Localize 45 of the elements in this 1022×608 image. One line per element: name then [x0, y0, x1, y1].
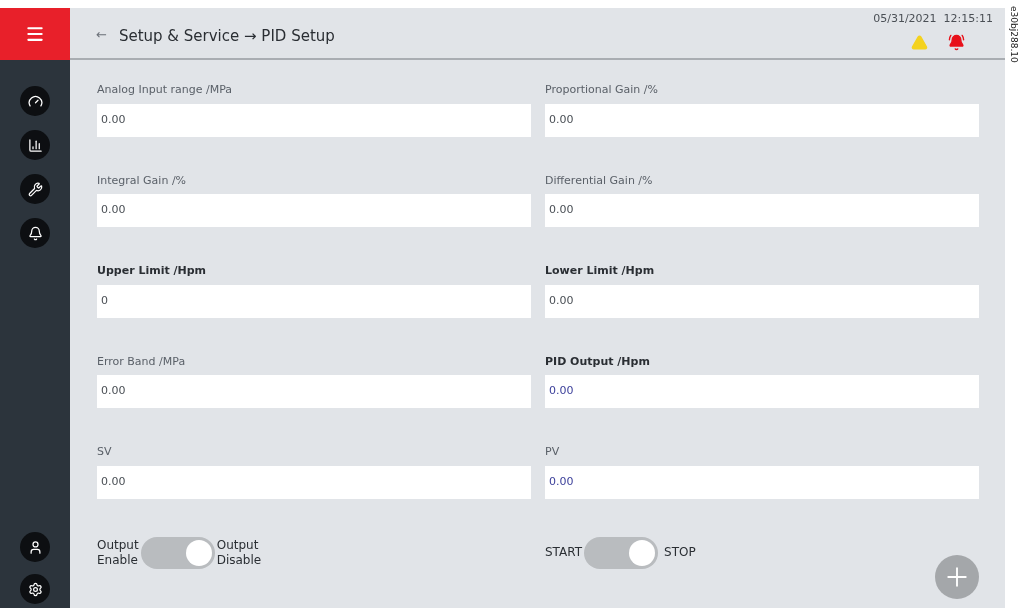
field-label: SV — [97, 444, 113, 460]
settings-icon — [27, 581, 43, 597]
bell-icon — [27, 225, 43, 241]
input-field[interactable]: 0.00 — [97, 194, 531, 227]
back-button[interactable]: ← — [96, 25, 107, 45]
sidebar-button[interactable] — [20, 532, 50, 562]
field-label: Differential Gain /% — [545, 172, 654, 189]
switch-label: STOP — [663, 545, 696, 560]
field-label: Integral Gain /% — [97, 172, 188, 189]
input-field[interactable]: 0.00 — [545, 194, 979, 227]
page-title: Setup & Service → PID Setup — [118, 26, 335, 47]
input-field[interactable]: 0.00 — [545, 284, 979, 318]
field-label: Proportional Gain /% — [545, 82, 659, 98]
input-field[interactable]: 0.00 — [97, 465, 531, 499]
field-label: Lower Limit /Hpm — [545, 263, 656, 279]
toggle-switch[interactable] — [140, 536, 215, 569]
input-field[interactable]: 0.00 — [545, 103, 979, 137]
field-label: PV — [545, 444, 561, 460]
toggle-switch[interactable] — [584, 536, 659, 569]
sidebar-button[interactable] — [20, 86, 50, 116]
input-field[interactable]: 0.00 — [545, 465, 979, 499]
sidebar-button[interactable] — [20, 574, 50, 604]
input-field[interactable]: 0 — [97, 284, 531, 318]
sidebar-button[interactable] — [20, 218, 50, 248]
switch-label: Output Disable — [215, 537, 262, 568]
user-icon — [27, 539, 43, 555]
switch-label: Output Enable — [97, 537, 140, 568]
field-label: PID Output /Hpm — [545, 353, 651, 370]
wrench-icon — [27, 181, 43, 197]
menu-icon — [25, 24, 45, 44]
field-label: Analog Input range /MPa — [97, 82, 234, 98]
alarm-bell-icon[interactable] — [948, 33, 965, 51]
field-label: Upper Limit /Hpm — [97, 263, 208, 279]
figure-code: e30bj288.10 — [1008, 6, 1021, 63]
sidebar-button[interactable] — [20, 174, 50, 204]
input-field[interactable]: 0.00 — [97, 375, 531, 408]
input-field[interactable]: 0.00 — [97, 103, 531, 137]
menu-button[interactable] — [0, 8, 70, 60]
chart-icon — [27, 137, 43, 153]
date-time: 05/31/2021 12:15:11 — [873, 11, 993, 27]
input-field[interactable]: 0.00 — [545, 375, 979, 408]
sidebar-button[interactable] — [20, 130, 50, 160]
field-label: Error Band /MPa — [97, 353, 187, 370]
gauge-icon — [27, 93, 43, 109]
switch-label: START — [545, 545, 584, 560]
